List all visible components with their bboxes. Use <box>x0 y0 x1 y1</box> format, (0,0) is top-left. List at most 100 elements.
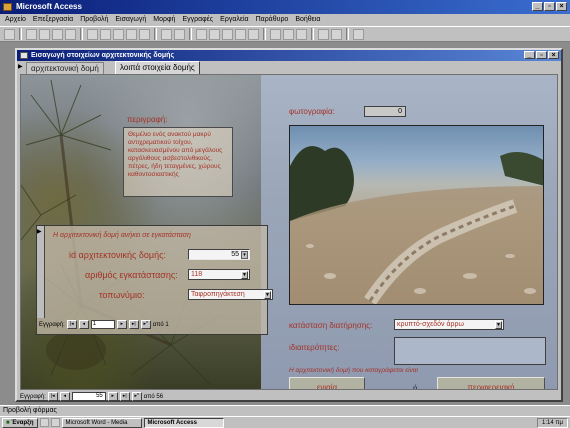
condition-combo[interactable]: κρυπτό-σχεδόν άρρω ▼ <box>394 319 504 330</box>
menu-item[interactable]: Εργαλεία <box>220 14 248 26</box>
sort-ascending-icon[interactable] <box>196 28 207 40</box>
start-button[interactable]: ■ Έναρξη <box>2 417 38 428</box>
unit-button[interactable]: ενιαία <box>289 377 365 389</box>
features-label: ιδιαιτερότητες: <box>289 343 340 352</box>
dropdown-arrow-icon[interactable]: ▼ <box>241 271 248 279</box>
windows-logo-icon: ■ <box>6 419 10 426</box>
menu-item[interactable]: Παράθυρο <box>256 14 289 26</box>
next-record-icon[interactable]: ▸ <box>107 392 118 401</box>
form-window-controls: _ ▫ × <box>524 51 559 59</box>
tab-other-structure-details[interactable]: λοιπά στοιχεία δομής <box>115 61 200 74</box>
menu-bar: Αρχείο Επεξεργασία Προβολή Εισαγωγή Μορφή Εγγ… <box>0 14 570 26</box>
subform-record-navigator: Εγγραφή: |◂ ◂ 1 ▸ ▸| ▸* από 1 <box>39 320 169 329</box>
toolbar-separator <box>154 28 157 40</box>
installation-number-combo[interactable]: 118 ▼ <box>188 269 250 280</box>
sort-descending-icon[interactable] <box>209 28 220 40</box>
minimize-icon[interactable]: _ <box>532 2 543 11</box>
spelling-icon[interactable] <box>65 28 76 40</box>
photo-label: φωτογραφία: <box>289 107 335 116</box>
maximize-icon[interactable]: ▫ <box>544 2 555 11</box>
first-record-icon[interactable]: |◂ <box>47 392 58 401</box>
close-icon[interactable]: × <box>548 51 559 59</box>
task-access[interactable]: Microsoft Access <box>143 417 224 428</box>
access-key-icon <box>3 3 12 11</box>
site-photo[interactable] <box>289 125 544 305</box>
apply-filter-icon[interactable] <box>248 28 259 40</box>
task-word-label: Microsoft Word - Media <box>65 419 128 426</box>
menu-item[interactable]: Προβολή <box>80 14 108 26</box>
dropdown-arrow-icon[interactable]: ▼ <box>495 321 502 329</box>
task-access-label: Microsoft Access <box>147 419 197 426</box>
view-icon[interactable] <box>4 28 15 40</box>
new-record-icon[interactable] <box>283 28 294 40</box>
menu-item[interactable]: Μορφή <box>153 14 175 26</box>
app-window-controls: _ ▫ × <box>532 2 567 11</box>
app-title: Microsoft Access <box>16 2 82 11</box>
insert-hyperlink-icon[interactable] <box>161 28 172 40</box>
dropdown-arrow-icon[interactable]: ▼ <box>264 291 271 299</box>
menu-item[interactable]: Βοήθεια <box>295 14 320 26</box>
print-icon[interactable] <box>39 28 50 40</box>
start-label: Έναρξη <box>11 419 34 426</box>
quick-launch-desktop-icon[interactable] <box>39 418 49 427</box>
new-object-icon[interactable] <box>331 28 342 40</box>
tab-architectural-structure[interactable]: αρχιτεκτονική δομή <box>26 62 104 74</box>
menu-item[interactable]: Εγγραφές <box>182 14 213 26</box>
next-record-icon[interactable]: ▸ <box>116 320 127 329</box>
print-preview-icon[interactable] <box>52 28 63 40</box>
new-record-icon[interactable]: ▸* <box>131 392 142 401</box>
web-toolbar-icon[interactable] <box>174 28 185 40</box>
format-painter-icon[interactable] <box>126 28 137 40</box>
last-record-icon[interactable]: ▸| <box>128 320 139 329</box>
photo-count-field[interactable]: 0 <box>364 106 406 117</box>
database-window-icon[interactable] <box>318 28 329 40</box>
record-selector-icon: ▶ <box>18 64 23 70</box>
save-icon[interactable] <box>26 28 37 40</box>
menu-item[interactable]: Αρχείο <box>5 14 26 26</box>
toolbar-separator <box>80 28 83 40</box>
previous-record-icon[interactable]: ◂ <box>59 392 70 401</box>
first-record-icon[interactable]: |◂ <box>66 320 77 329</box>
description-label: περιγραφή: <box>127 115 168 124</box>
features-text-box[interactable] <box>394 337 546 365</box>
paste-icon[interactable] <box>113 28 124 40</box>
status-bar: Προβολή φόρμας <box>0 405 570 416</box>
spin-icon[interactable]: ▾ <box>241 251 248 259</box>
subform-record-position[interactable]: 1 <box>90 320 115 329</box>
subform-record-selector[interactable]: ▶ <box>37 226 45 318</box>
description-text-box[interactable]: Θεμέλιο ενός ανακτού μακρύ αντιχρεματικο… <box>123 127 233 197</box>
undo-icon[interactable] <box>139 28 150 40</box>
maximize-icon[interactable]: ▫ <box>536 51 547 59</box>
delete-record-icon[interactable] <box>296 28 307 40</box>
toolbar-separator <box>189 28 192 40</box>
new-record-icon[interactable]: ▸* <box>140 320 151 329</box>
menu-item[interactable]: Επεξεργασία <box>33 14 73 26</box>
installation-number-value: 118 <box>191 271 203 278</box>
main-record-position[interactable]: 55 <box>71 392 106 401</box>
or-separator: ή <box>413 384 418 390</box>
filter-by-selection-icon[interactable] <box>222 28 233 40</box>
structure-id-field[interactable]: 55 ▾ <box>188 249 250 260</box>
site-photo-image <box>290 126 543 304</box>
toolbar-separator <box>311 28 314 40</box>
subform-record-total: από 1 <box>152 321 169 328</box>
system-tray: 1:14 πμ <box>537 417 568 428</box>
previous-record-icon[interactable]: ◂ <box>78 320 89 329</box>
find-icon[interactable] <box>270 28 281 40</box>
task-word[interactable]: Microsoft Word - Media <box>61 417 142 428</box>
menu-item[interactable]: Εισαγωγή <box>115 14 146 26</box>
taskbar: ■ Έναρξη Microsoft Word - Media Microsof… <box>0 416 570 428</box>
quick-launch-browser-icon[interactable] <box>50 418 60 427</box>
help-icon[interactable] <box>353 28 364 40</box>
close-icon[interactable]: × <box>556 2 567 11</box>
minimize-icon[interactable]: _ <box>524 51 535 59</box>
copy-icon[interactable] <box>100 28 111 40</box>
last-record-icon[interactable]: ▸| <box>119 392 130 401</box>
filter-by-form-icon[interactable] <box>235 28 246 40</box>
structure-id-label: id αρχιτεκτονικής δομής: <box>69 250 166 260</box>
peripheral-button[interactable]: περιφερειακή <box>437 377 545 389</box>
structure-id-value: 55 <box>231 251 239 258</box>
place-name-combo[interactable]: Ταφροπηγάκτεση ▼ <box>188 289 273 300</box>
toolbar-separator <box>19 28 22 40</box>
cut-icon[interactable] <box>87 28 98 40</box>
